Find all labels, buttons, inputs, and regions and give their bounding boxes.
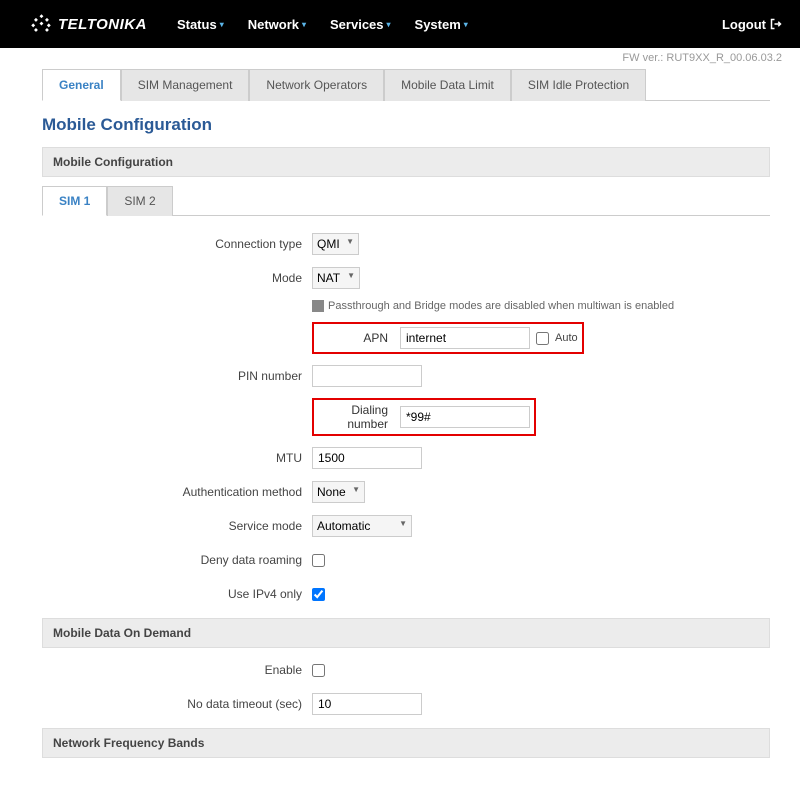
chevron-down-icon: ▾ — [220, 20, 224, 29]
apn-auto-label: Auto — [555, 332, 578, 344]
chevron-down-icon: ▾ — [302, 20, 306, 29]
connection-type-label: Connection type — [42, 237, 312, 251]
info-icon — [312, 300, 324, 312]
connection-type-select[interactable]: QMI — [312, 233, 359, 255]
chevron-down-icon: ▾ — [464, 20, 468, 29]
logout-button[interactable]: Logout — [722, 17, 782, 32]
ipv4-only-checkbox[interactable] — [312, 588, 325, 601]
pin-input[interactable] — [312, 365, 422, 387]
tab-network-operators[interactable]: Network Operators — [249, 69, 384, 101]
tab-sim-management[interactable]: SIM Management — [121, 69, 250, 101]
mode-hint-text: Passthrough and Bridge modes are disable… — [328, 300, 674, 312]
page-title: Mobile Configuration — [42, 115, 770, 135]
mode-hint: Passthrough and Bridge modes are disable… — [312, 300, 674, 312]
od-timeout-input[interactable] — [312, 693, 422, 715]
service-mode-label: Service mode — [42, 519, 312, 533]
apn-auto-checkbox[interactable] — [536, 332, 549, 345]
deny-roaming-checkbox[interactable] — [312, 554, 325, 567]
section-mobile-configuration: Mobile Configuration — [42, 147, 770, 177]
nav-services-label: Services — [330, 17, 384, 32]
tab-sim-idle-protection[interactable]: SIM Idle Protection — [511, 69, 646, 101]
dialing-input[interactable] — [400, 406, 530, 428]
service-mode-select[interactable]: Automatic — [312, 515, 412, 537]
sim-tabs: SIM 1 SIM 2 — [42, 185, 770, 216]
nav-services[interactable]: Services▾ — [330, 17, 391, 32]
chevron-down-icon: ▾ — [387, 20, 391, 29]
nav-system[interactable]: System▾ — [415, 17, 468, 32]
section-mobile-data-on-demand: Mobile Data On Demand — [42, 618, 770, 648]
od-enable-label: Enable — [42, 663, 312, 677]
brand-name: TELTONIKA — [58, 16, 147, 33]
apn-highlight: APN Auto — [312, 322, 584, 354]
dialing-label: Dialing number — [318, 403, 394, 431]
main-tabs: General SIM Management Network Operators… — [42, 68, 770, 101]
auth-label: Authentication method — [42, 485, 312, 499]
nav-network[interactable]: Network▾ — [248, 17, 306, 32]
mtu-label: MTU — [42, 451, 312, 465]
nav-status[interactable]: Status▾ — [177, 17, 224, 32]
logo-icon — [30, 13, 52, 35]
deny-roaming-label: Deny data roaming — [42, 553, 312, 567]
apn-label: APN — [318, 331, 394, 345]
tab-general[interactable]: General — [42, 69, 121, 101]
od-timeout-label: No data timeout (sec) — [42, 697, 312, 711]
logout-label: Logout — [722, 17, 766, 32]
nav-system-label: System — [415, 17, 461, 32]
pin-label: PIN number — [42, 369, 312, 383]
nav-status-label: Status — [177, 17, 217, 32]
sim-tab-2[interactable]: SIM 2 — [107, 186, 172, 216]
mode-select[interactable]: NAT — [312, 267, 360, 289]
tab-mobile-data-limit[interactable]: Mobile Data Limit — [384, 69, 511, 101]
apn-input[interactable] — [400, 327, 530, 349]
auth-select[interactable]: None — [312, 481, 365, 503]
sim-tab-1[interactable]: SIM 1 — [42, 186, 107, 216]
main-nav: Status▾ Network▾ Services▾ System▾ — [177, 17, 722, 32]
dialing-highlight: Dialing number — [312, 398, 536, 436]
nav-network-label: Network — [248, 17, 299, 32]
od-enable-checkbox[interactable] — [312, 664, 325, 677]
section-network-frequency-bands: Network Frequency Bands — [42, 728, 770, 758]
ipv4-only-label: Use IPv4 only — [42, 587, 312, 601]
top-bar: TELTONIKA Status▾ Network▾ Services▾ Sys… — [0, 0, 800, 48]
brand-logo: TELTONIKA — [30, 13, 147, 35]
firmware-version: FW ver.: RUT9XX_R_00.06.03.2 — [0, 48, 800, 68]
mode-label: Mode — [42, 271, 312, 285]
mtu-input[interactable] — [312, 447, 422, 469]
logout-icon — [770, 18, 782, 30]
